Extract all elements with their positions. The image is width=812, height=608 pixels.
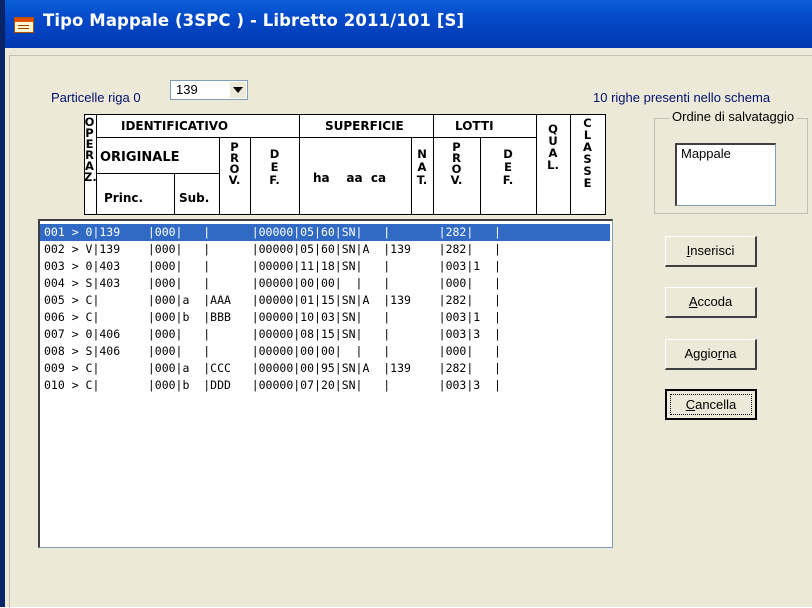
header-lotti-prov: P R O V. xyxy=(450,140,463,187)
header-ha-aa-ca: ha aa ca xyxy=(313,171,387,185)
list-item[interactable]: 003 > 0|403 |000| | |00000|11|18|SN| | |… xyxy=(40,258,610,275)
header-operaz: O P E R A Z. xyxy=(84,115,97,184)
chevron-down-icon[interactable] xyxy=(229,82,246,98)
rows-count-text: 10 righe presenti nello schema xyxy=(593,90,771,105)
header-lotti: LOTTI xyxy=(455,119,494,133)
accoda-button[interactable]: Accoda xyxy=(665,287,757,318)
inserisci-button[interactable]: Inserisci xyxy=(665,236,757,267)
order-item-mappale[interactable]: Mappale xyxy=(681,146,731,161)
header-def: D E F. xyxy=(269,147,280,187)
header-sub: Sub. xyxy=(179,191,210,205)
particelle-list[interactable]: 001 > 0|139 |000| | |00000|05|60|SN| | |… xyxy=(38,219,613,548)
header-classe: CLASSE xyxy=(583,116,592,190)
window-title: Tipo Mappale (3SPC ) - Libretto 2011/101… xyxy=(43,11,465,30)
list-item[interactable]: 006 > C| |000|b |BBB |00000|10|03|SN| | … xyxy=(40,309,610,326)
list-item[interactable]: 001 > 0|139 |000| | |00000|05|60|SN| | |… xyxy=(40,224,610,241)
header-princ: Princ. xyxy=(104,191,144,205)
particelle-label: Particelle riga 0 xyxy=(51,90,141,105)
title-bar[interactable]: Tipo Mappale (3SPC ) - Libretto 2011/101… xyxy=(5,0,812,48)
header-originale: ORIGINALE xyxy=(100,150,180,165)
list-item[interactable]: 008 > S|406 |000| | |00000|00|00| | | |0… xyxy=(40,343,610,360)
header-qual: Q U A L. xyxy=(547,122,559,172)
focus-ring xyxy=(670,394,752,415)
aggiorna-button[interactable]: Aggiorna xyxy=(665,339,757,370)
order-group-legend: Ordine di salvataggio xyxy=(669,109,798,124)
header-identificativo: IDENTIFICATIVO xyxy=(121,119,229,133)
header-lotti-def: D E F. xyxy=(502,147,514,187)
particelle-combo-value: 139 xyxy=(176,82,198,97)
header-superficie: SUPERFICIE xyxy=(325,119,404,133)
order-list[interactable]: Mappale xyxy=(675,143,776,206)
column-header: O P E R A Z. IDENTIFICATIVO ORIGINALE Princ. … xyxy=(84,114,606,215)
header-prov: P R O V. xyxy=(228,140,241,187)
header-nat: N A T. xyxy=(416,147,428,187)
application-window: Tipo Mappale (3SPC ) - Libretto 2011/101… xyxy=(0,0,812,608)
list-item[interactable]: 010 > C| |000|b |DDD |00000|07|20|SN| | … xyxy=(40,377,610,394)
list-item[interactable]: 002 > V|139 |000| | |00000|05|60|SN|A |1… xyxy=(40,241,610,258)
list-item[interactable]: 005 > C| |000|a |AAA |00000|01|15|SN|A |… xyxy=(40,292,610,309)
list-item[interactable]: 009 > C| |000|a |CCC |00000|00|95|SN|A |… xyxy=(40,360,610,377)
list-item[interactable]: 004 > S|403 |000| | |00000|00|00| | | |0… xyxy=(40,275,610,292)
list-item[interactable]: 007 > 0|406 |000| | |00000|08|15|SN| | |… xyxy=(40,326,610,343)
app-icon xyxy=(14,17,34,33)
cancella-button[interactable]: Cancella xyxy=(665,389,757,420)
particelle-combo[interactable]: 139 xyxy=(170,80,248,100)
